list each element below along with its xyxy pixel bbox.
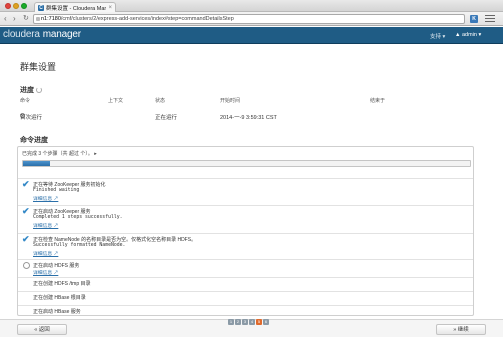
details-link[interactable]: 详细信息 ↗: [33, 250, 58, 257]
step-title: 正在启动 ZooKeeper 服务: [33, 209, 91, 215]
check-icon: ✔: [22, 179, 30, 189]
check-icon: ✔: [22, 206, 30, 216]
start-time-cell: 2014-一-9 3:59:31 CST: [220, 115, 277, 121]
col-end-time: 结束于: [370, 98, 386, 104]
command-progress-heading: 命令进度: [20, 137, 48, 144]
browser-tab[interactable]: C 群集设置 - Cloudera Mana ×: [34, 2, 116, 12]
steps-summary: 已完成 3 个步骤（共 超过 个）。 ▸: [22, 151, 97, 157]
zoom-window-button[interactable]: [21, 3, 27, 9]
expand-icon[interactable]: ▸: [94, 151, 97, 157]
step-title: 正在启动 HDFS 服务: [33, 263, 80, 269]
progress-heading: 进度: [20, 85, 42, 95]
overall-progress-bar: [22, 160, 471, 167]
step-title: 正在等待 ZooKeeper 服务初始化: [33, 182, 106, 188]
step-indicator-4[interactable]: 4: [249, 319, 255, 325]
reload-icon[interactable]: ↻: [23, 15, 29, 23]
step-output: Successfully formatted NameNode.: [33, 243, 126, 248]
col-context: 上下文: [108, 98, 124, 104]
back-arrow-icon[interactable]: ‹: [4, 15, 7, 23]
list-item: ✔ 正在等待 ZooKeeper 服务初始化 Finished waiting …: [18, 178, 473, 202]
extension-icon[interactable]: K: [470, 15, 478, 23]
details-link[interactable]: 详细信息 ↗: [33, 222, 58, 229]
step-indicator-3[interactable]: 3: [242, 319, 248, 325]
forward-arrow-icon[interactable]: ›: [13, 15, 16, 23]
user-menu[interactable]: ▲ admin ▾: [455, 32, 481, 38]
wizard-step-indicator: 1 2 3 4 5 6: [228, 319, 269, 325]
address-bar[interactable]: n1:7180/cmf/clusters/2/express-add-servi…: [33, 14, 465, 24]
app-header: cloudera manager 支持 ▾ ▲ admin ▾: [0, 27, 503, 44]
list-item: ✔ 正在启动 ZooKeeper 服务 Completed 1 steps su…: [18, 205, 473, 229]
step-output: Completed 1 steps successfully.: [33, 215, 123, 220]
step-title: 正在检查 NameNode 的名称目录是否为空。仅格式化空名称目录 HDFS。: [33, 237, 197, 243]
page-icon: [36, 17, 40, 21]
page-title: 群集设置: [20, 62, 57, 72]
details-link[interactable]: 详细信息 ↗: [33, 195, 58, 202]
col-status: 状态: [155, 98, 166, 104]
step-indicator-5[interactable]: 5: [256, 319, 262, 325]
table-row[interactable]: 首次运行 正在运行 2014-一-9 3:59:31 CST: [20, 113, 480, 121]
minimize-window-button[interactable]: [13, 3, 19, 9]
step-indicator-6[interactable]: 6: [263, 319, 269, 325]
step-indicator-2[interactable]: 2: [235, 319, 241, 325]
spinner-icon: [36, 87, 42, 93]
col-start-time: 开始时间: [220, 98, 241, 104]
close-window-button[interactable]: [5, 3, 11, 9]
browser-toolbar: ‹ › ↻ n1:7180/cmf/clusters/2/express-add…: [0, 12, 503, 26]
browser-menu-icon[interactable]: [485, 15, 495, 23]
tab-title: 群集设置 - Cloudera Mana: [46, 5, 107, 12]
continue-button[interactable]: » 继续: [436, 324, 486, 335]
cloudera-manager-logo[interactable]: cloudera manager: [3, 29, 81, 40]
list-item: 正在启动 HDFS 服务 详细信息 ↗: [18, 259, 473, 276]
col-command: 命令: [20, 98, 31, 104]
tab-close-icon[interactable]: ×: [108, 5, 112, 11]
back-button[interactable]: « 返回: [17, 324, 67, 335]
cloudera-favicon-icon: C: [38, 4, 44, 11]
browser-titlebar: C 群集设置 - Cloudera Mana ×: [0, 0, 503, 12]
step-indicator-1[interactable]: 1: [228, 319, 234, 325]
support-menu[interactable]: 支持 ▾: [430, 32, 445, 40]
url-host: n1:7180: [41, 16, 61, 22]
list-item: 正在创建 HBase 根目录: [18, 291, 473, 303]
step-title: 正在创建 HDFS /tmp 目录: [33, 281, 91, 287]
list-item: 正在启动 HBase 服务: [18, 305, 473, 315]
step-title: 正在创建 HBase 根目录: [33, 295, 86, 301]
step-output: Finished waiting: [33, 188, 80, 193]
list-item: ✔ 正在检查 NameNode 的名称目录是否为空。仅格式化空名称目录 HDFS…: [18, 233, 473, 257]
check-icon: ✔: [22, 234, 30, 244]
status-cell: 正在运行: [155, 115, 178, 121]
pending-circle-icon: [23, 262, 30, 269]
command-progress-panel: 已完成 3 个步骤（共 超过 个）。 ▸ ✔ 正在等待 ZooKeeper 服务…: [17, 146, 474, 316]
list-item: 正在创建 HDFS /tmp 目录: [18, 277, 473, 289]
step-title: 正在启动 HBase 服务: [33, 309, 81, 315]
progress-fill: [23, 161, 50, 166]
command-table-header: 命令 上下文 状态 开始时间 结束于: [20, 97, 480, 105]
url-path: /cmf/clusters/2/express-add-services/ind…: [60, 16, 234, 22]
details-link[interactable]: 详细信息 ↗: [33, 269, 58, 276]
